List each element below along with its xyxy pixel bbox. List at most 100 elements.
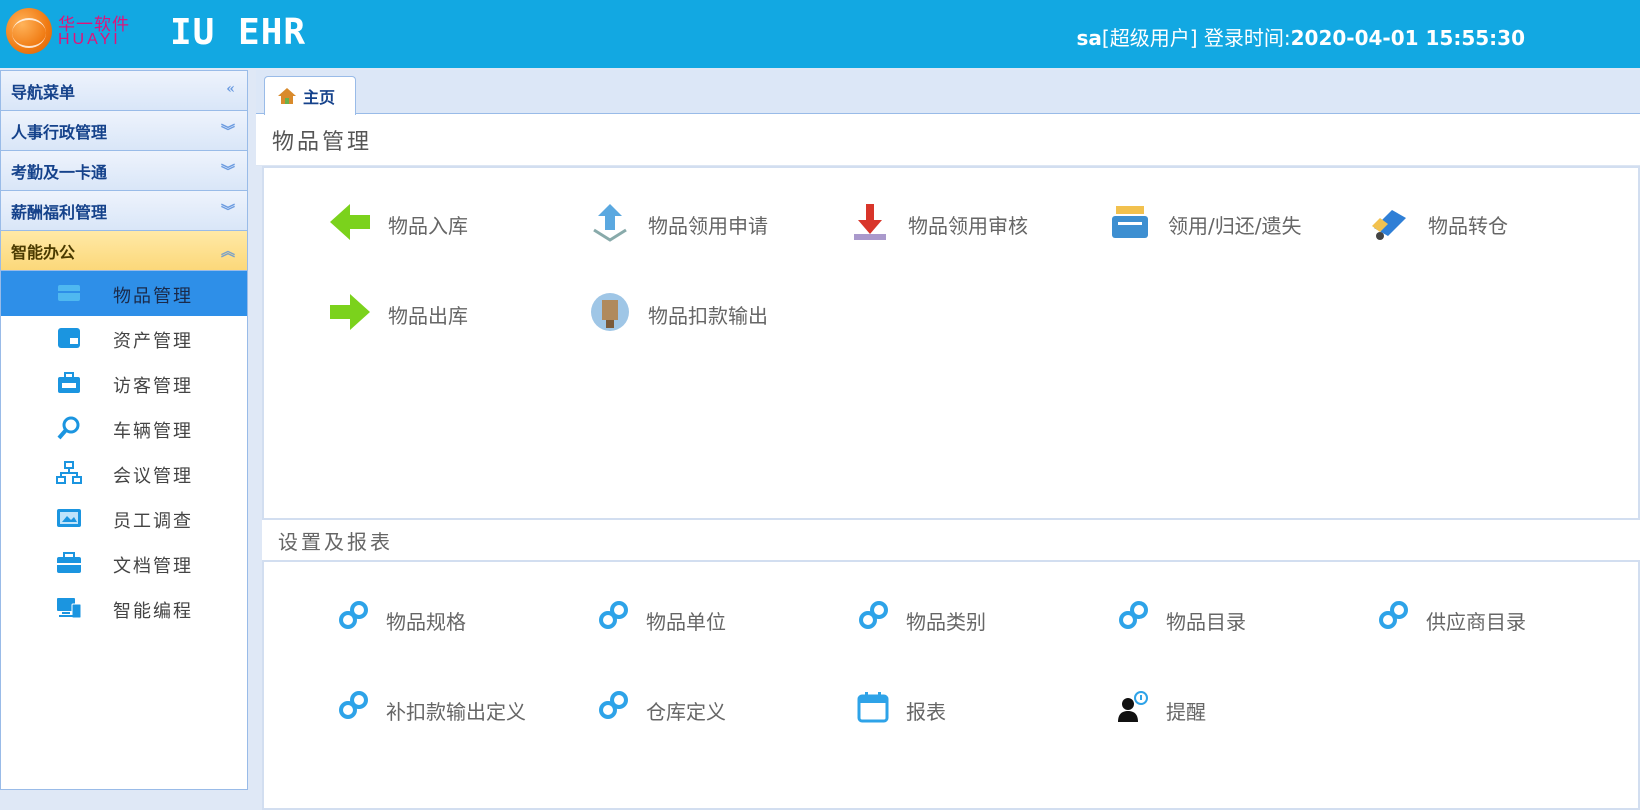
section-label: 人事行政管理: [11, 122, 108, 142]
tab-label: 主页: [303, 88, 336, 107]
cell-label: 补扣款输出定义: [386, 700, 526, 724]
sidebar-item-goods[interactable]: 物品管理: [1, 271, 247, 316]
spec-button[interactable]: 物品规格: [264, 570, 524, 660]
sidebar-item-label: 会议管理: [113, 466, 193, 487]
cell-label: 提醒: [1166, 700, 1206, 724]
collapse-left-icon[interactable]: «: [226, 81, 235, 97]
cell-label: 物品扣款输出: [648, 304, 768, 328]
cell-label: 物品领用申请: [648, 214, 768, 238]
deduction-output-def-button[interactable]: 补扣款输出定义: [264, 660, 526, 750]
deduction-icon: [591, 293, 629, 331]
unit-button[interactable]: 物品单位: [524, 570, 784, 660]
goods-transfer-button[interactable]: 物品转仓: [1304, 176, 1564, 266]
tab-strip: 主页: [256, 70, 1640, 115]
sidebar-item-label: 车辆管理: [113, 421, 193, 442]
arrow-right-icon: [330, 294, 370, 330]
sidebar-item-programming[interactable]: 智能编程: [1, 586, 247, 631]
link-gear-icon: [1379, 601, 1408, 629]
user-reminder-icon: [1118, 691, 1148, 722]
supplier-catalog-button[interactable]: 供应商目录: [1304, 570, 1564, 660]
expand-down-icon[interactable]: ︾: [221, 121, 235, 141]
goods-borrow-return-button[interactable]: 领用/归还/遗失: [1044, 176, 1304, 266]
goods-approve-button[interactable]: 物品领用审核: [784, 176, 1044, 266]
app-title: IU EHR: [170, 12, 307, 53]
expand-down-icon[interactable]: ︾: [221, 161, 235, 181]
sidebar-item-visitors[interactable]: 访客管理: [1, 361, 247, 406]
login-time: 2020-04-01 15:55:30: [1290, 26, 1525, 50]
section-hr-admin[interactable]: 人事行政管理 ︾: [1, 111, 247, 151]
nav-menu-title: 导航菜单: [11, 82, 76, 102]
goods-inbound-button[interactable]: 物品入库: [264, 176, 524, 266]
home-icon: [278, 88, 296, 104]
sidebar: 导航菜单 « 人事行政管理 ︾ 考勤及一卡通 ︾ 薪酬福利管理 ︾ 智能办公 ︽…: [0, 70, 248, 790]
stamp-icon: [854, 204, 886, 240]
sidebar-item-label: 智能编程: [113, 601, 193, 622]
warehouse-def-button[interactable]: 仓库定义: [524, 660, 784, 750]
cell-label: 物品领用审核: [908, 214, 1028, 238]
cell-label: 物品类别: [906, 610, 986, 634]
goods-icon: [58, 285, 80, 301]
programming-icon: [57, 598, 82, 619]
section-smart-office[interactable]: 智能办公 ︽: [1, 231, 247, 271]
basket-icon: [1112, 206, 1148, 238]
login-label: 登录时间:: [1203, 26, 1291, 50]
app-header: 华一软件 HUAYI IU EHR sa[超级用户] 登录时间:2020-04-…: [0, 0, 1640, 68]
asset-icon: [58, 328, 80, 348]
vehicle-icon: [57, 416, 80, 440]
section-payroll[interactable]: 薪酬福利管理 ︾: [1, 191, 247, 231]
cell-label: 仓库定义: [646, 700, 726, 724]
report-button[interactable]: 报表: [784, 660, 1044, 750]
goods-deduction-output-button[interactable]: 物品扣款输出: [524, 266, 784, 356]
cell-label: 物品入库: [388, 214, 468, 238]
collapse-up-icon[interactable]: ︽: [221, 241, 235, 261]
section-label: 智能办公: [11, 242, 76, 262]
expand-down-icon[interactable]: ︾: [221, 201, 235, 221]
category-button[interactable]: 物品类别: [784, 570, 1044, 660]
huayi-logo: 华一软件 HUAYI: [6, 6, 136, 56]
link-gear-icon: [859, 601, 888, 629]
sidebar-item-label: 访客管理: [113, 376, 193, 397]
goods-apply-button[interactable]: 物品领用申请: [524, 176, 784, 266]
survey-icon: [57, 509, 81, 527]
meeting-icon: [56, 461, 82, 484]
goods-panel: 物品入库 物品领用申请 物品领用审核 领用/归还/遗失 物品转仓 物品出库 物品…: [262, 166, 1640, 520]
visitor-icon: [58, 372, 80, 393]
section-attendance[interactable]: 考勤及一卡通 ︾: [1, 151, 247, 191]
link-gear-icon: [599, 691, 628, 719]
tab-home[interactable]: 主页: [264, 76, 356, 115]
document-icon: [57, 552, 81, 573]
logo-text-en: HUAYI: [58, 31, 121, 48]
sidebar-item-label: 员工调查: [113, 511, 193, 532]
sidebar-item-survey[interactable]: 员工调查: [1, 496, 247, 541]
catalog-button[interactable]: 物品目录: [1044, 570, 1304, 660]
settings-panel-title: 设置及报表: [262, 520, 1640, 560]
user-name: sa: [1076, 26, 1102, 50]
sidebar-item-label: 资产管理: [113, 331, 193, 352]
login-info: sa[超级用户] 登录时间:2020-04-01 15:55:30: [1076, 22, 1525, 51]
sidebar-item-vehicles[interactable]: 车辆管理: [1, 406, 247, 451]
cell-label: 报表: [906, 700, 946, 724]
sidebar-item-documents[interactable]: 文档管理: [1, 541, 247, 586]
link-gear-icon: [339, 601, 368, 629]
cell-label: 物品出库: [388, 304, 468, 328]
calendar-icon: [857, 692, 889, 723]
arrow-left-icon: [330, 204, 370, 240]
link-gear-icon: [339, 691, 368, 719]
sidebar-item-label: 物品管理: [113, 286, 193, 307]
reminder-button[interactable]: 提醒: [1044, 660, 1304, 750]
section-label: 考勤及一卡通: [11, 162, 108, 182]
cell-label: 物品目录: [1166, 610, 1246, 634]
cell-label: 领用/归还/遗失: [1168, 214, 1302, 238]
settings-panel: 物品规格 物品单位 物品类别 物品目录 供应商目录 补扣款输出定义 仓库定义 报…: [262, 560, 1640, 810]
nav-menu-header[interactable]: 导航菜单 «: [1, 71, 247, 111]
cell-label: 供应商目录: [1426, 610, 1526, 634]
goods-outbound-button[interactable]: 物品出库: [264, 266, 524, 356]
link-gear-icon: [1119, 601, 1148, 629]
sidebar-item-label: 文档管理: [113, 556, 193, 577]
cell-label: 物品规格: [386, 610, 466, 634]
sidebar-item-meetings[interactable]: 会议管理: [1, 451, 247, 496]
truck-icon: [1372, 210, 1406, 240]
sidebar-item-assets[interactable]: 资产管理: [1, 316, 247, 361]
user-role: [超级用户]: [1101, 26, 1198, 50]
goods-panel-title: 物品管理: [256, 114, 1640, 166]
